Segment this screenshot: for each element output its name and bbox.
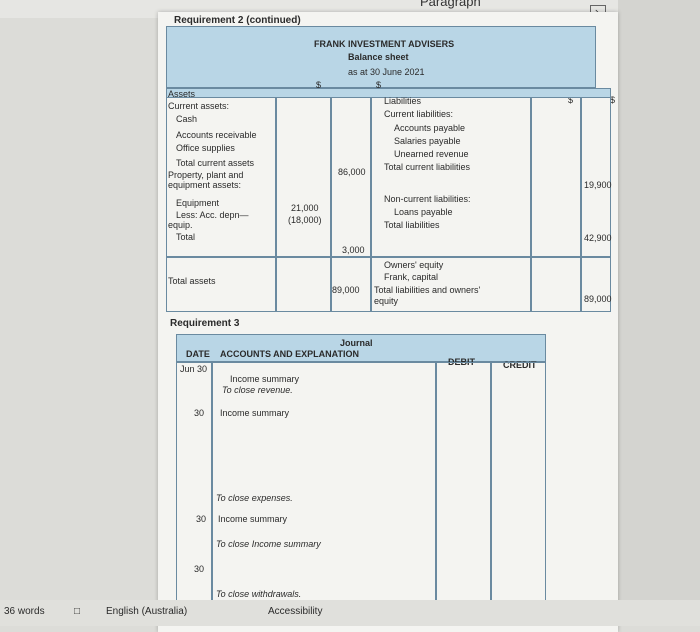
label-salaries-payable: Salaries payable xyxy=(394,136,461,146)
journal-title: Journal xyxy=(340,338,373,348)
value-total-current-assets: 86,000 xyxy=(338,167,366,177)
label-total-liab-equity-1: Total liabilities and owners' xyxy=(374,285,481,295)
liabilities-col-2 xyxy=(581,88,611,312)
journal-row-3-text[interactable]: To close revenue. xyxy=(222,385,293,395)
label-owners-equity: Owners' equity xyxy=(384,260,444,270)
journal-row-4-date: 30 xyxy=(194,408,205,418)
statement-date: as at 30 June 2021 xyxy=(348,67,425,77)
requirement-3-title: Requirement 3 xyxy=(170,318,240,329)
label-total: Total xyxy=(176,232,196,242)
company-name: FRANK INVESTMENT ADVISERS xyxy=(314,39,455,49)
label-total-assets: Total assets xyxy=(168,276,216,286)
status-bar: 36 words □ English (Australia) Accessibi… xyxy=(0,600,700,626)
journal-row-7-text[interactable]: To close Income summary xyxy=(216,539,321,549)
label-unearned-revenue: Unearned revenue xyxy=(394,149,469,159)
label-assets: Assets xyxy=(168,89,196,99)
value-total-assets: 89,000 xyxy=(332,285,360,295)
label-total-current-liabilities: Total current liabilities xyxy=(384,162,471,172)
liabilities-col-1 xyxy=(531,88,581,312)
assets-col-1 xyxy=(276,88,331,312)
label-equipment: Equipment xyxy=(176,198,220,208)
label-current-liabilities: Current liabilities: xyxy=(384,109,454,119)
accessibility[interactable]: Accessibility xyxy=(268,606,322,617)
journal-row-5-text[interactable]: To close expenses. xyxy=(216,493,293,503)
requirement-2-title: Requirement 2 (continued) xyxy=(174,15,301,26)
journal-row-4-text[interactable]: Income summary xyxy=(220,408,289,418)
label-office-supplies: Office supplies xyxy=(176,143,235,153)
journal-row-2-text[interactable]: Income summary xyxy=(230,374,299,384)
separator-line xyxy=(166,256,611,258)
label-ppe-2: equipment assets: xyxy=(168,180,242,190)
header-accounts: ACCOUNTS AND EXPLANATION xyxy=(220,349,359,359)
journal-accounts-column xyxy=(212,362,436,612)
proofing-icon[interactable]: □ xyxy=(74,606,80,617)
label-accounts-payable: Accounts payable xyxy=(394,123,466,133)
journal-row-9-text[interactable]: To close withdrawals. xyxy=(216,589,301,599)
label-loans-payable: Loans payable xyxy=(394,207,453,217)
label-ppe-1: Property, plant and xyxy=(168,170,244,180)
value-total-liab-equity: 89,000 xyxy=(584,294,612,304)
language[interactable]: English (Australia) xyxy=(106,606,187,617)
label-liabilities: Liabilities xyxy=(384,96,422,106)
value-acc-depn: (18,000) xyxy=(288,215,322,225)
label-acc-depn: Less: Acc. depn— xyxy=(176,210,249,220)
label-total-liab-equity-2: equity xyxy=(374,296,399,306)
word-count[interactable]: 36 words xyxy=(4,606,45,617)
journal-date-column xyxy=(176,362,212,612)
value-total-ppe: 3,000 xyxy=(342,245,365,255)
label-equip: equip. xyxy=(168,220,193,230)
right-margin xyxy=(618,0,700,600)
paragraph-label[interactable]: Paragraph xyxy=(420,0,481,9)
value-total-current-liabilities: 19,900 xyxy=(584,180,612,190)
journal-row-1-date: Jun 30 xyxy=(180,364,208,374)
journal-debit-column xyxy=(436,362,491,612)
statement-name: Balance sheet xyxy=(348,52,409,62)
label-frank-capital: Frank, capital xyxy=(384,272,439,282)
value-total-liabilities: 42,900 xyxy=(584,233,612,243)
value-equipment: 21,000 xyxy=(291,203,319,213)
label-accounts-receivable: Accounts receivable xyxy=(176,130,257,140)
label-current-assets: Current assets: xyxy=(168,101,230,111)
assets-col-2 xyxy=(331,88,371,312)
journal-row-6-text[interactable]: Income summary xyxy=(218,514,287,524)
journal-row-6-date: 30 xyxy=(196,514,207,524)
label-non-current-liabilities: Non-current liabilities: xyxy=(384,194,471,204)
label-total-liabilities: Total liabilities xyxy=(384,220,440,230)
document-page: Requirement 2 (continued) FRANK INVESTME… xyxy=(158,12,618,632)
journal-row-8-date: 30 xyxy=(194,564,205,574)
label-cash: Cash xyxy=(176,114,198,124)
label-total-current-assets: Total current assets xyxy=(176,158,255,168)
journal-credit-column xyxy=(491,362,546,612)
header-date: DATE xyxy=(186,349,210,359)
